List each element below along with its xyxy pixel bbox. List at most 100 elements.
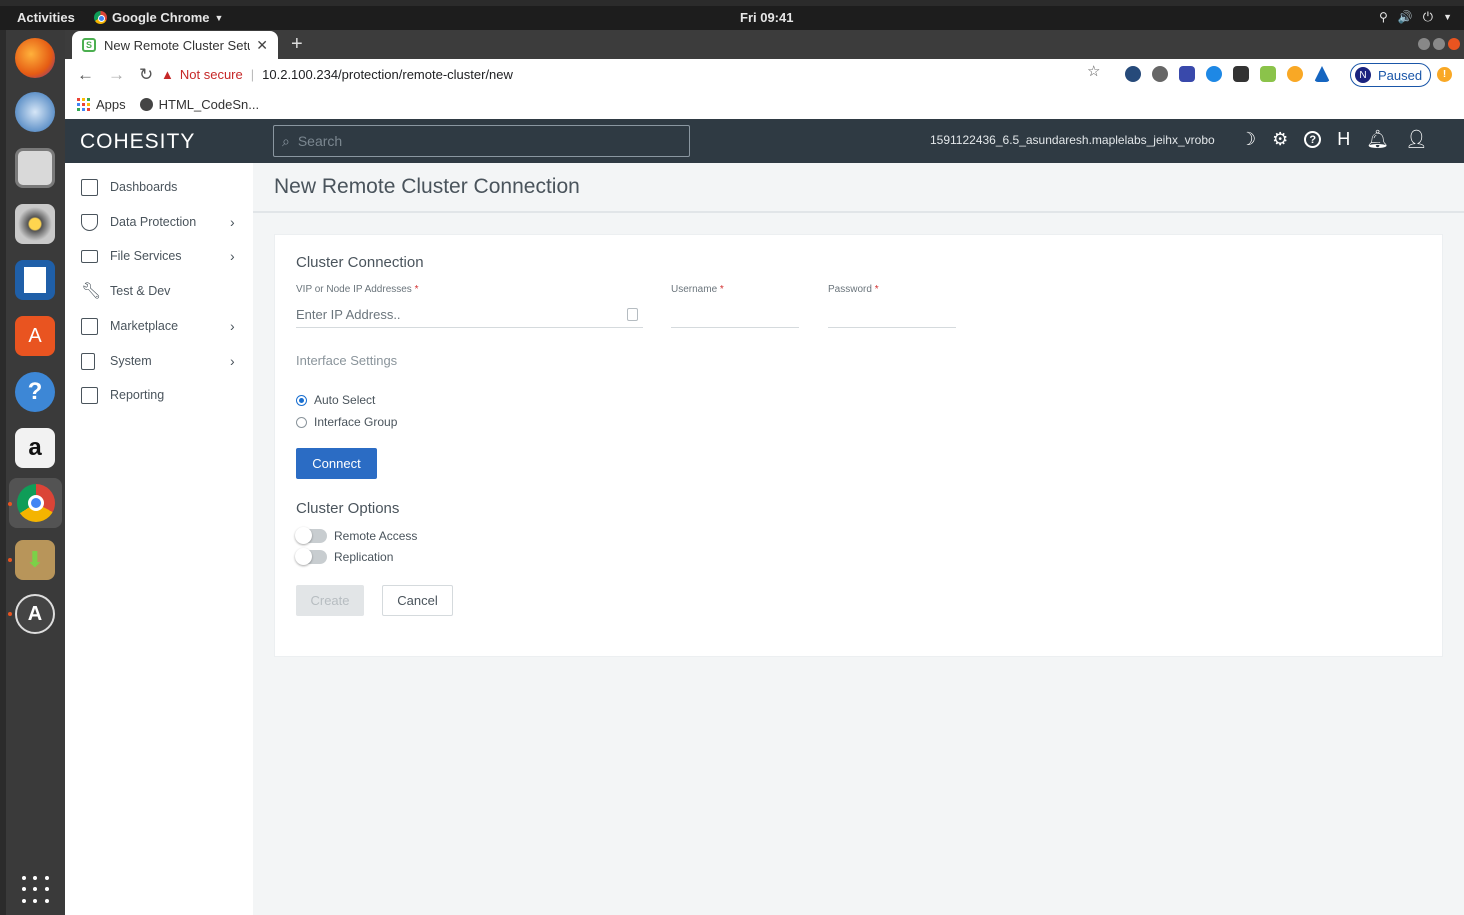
clock[interactable]: Fri 09:41 bbox=[740, 10, 793, 25]
chrome-update-icon[interactable]: ! bbox=[1437, 67, 1452, 82]
extension-palette-icon[interactable] bbox=[1260, 66, 1276, 82]
store-icon bbox=[81, 317, 98, 335]
thunderbird-icon[interactable] bbox=[15, 92, 55, 132]
sidebar-item-marketplace[interactable]: Marketplace › bbox=[65, 309, 253, 343]
cluster-name[interactable]: 1591122436_6.5_asundaresh.maplelabs_jeih… bbox=[930, 133, 1215, 147]
archive-icon[interactable]: ⬇ bbox=[15, 540, 55, 580]
extension-triangle-icon[interactable] bbox=[1314, 66, 1330, 82]
address-bar[interactable]: ▲ Not secure | 10.2.100.234/protection/r… bbox=[161, 63, 1109, 86]
extension-shield-icon[interactable] bbox=[1179, 66, 1195, 82]
sidebar-item-label: Dashboards bbox=[110, 180, 178, 194]
updater-icon[interactable]: A bbox=[15, 594, 55, 634]
show-applications-icon[interactable] bbox=[22, 876, 50, 904]
user-icon[interactable]: 👤︎ bbox=[1405, 129, 1428, 150]
new-tab-icon[interactable]: + bbox=[291, 33, 303, 56]
chevron-right-icon: › bbox=[230, 318, 235, 334]
help-circle-icon[interactable]: ? bbox=[1304, 131, 1322, 148]
folder-icon bbox=[81, 249, 98, 263]
screen: Activities Google Chrome ▼ Fri 09:41 ⚲ 🔊… bbox=[0, 0, 1464, 915]
password-input[interactable] bbox=[828, 302, 956, 328]
extension-heart-icon[interactable] bbox=[1125, 66, 1141, 82]
cohesity-logo[interactable]: COHESITY bbox=[80, 130, 195, 154]
connect-button[interactable]: Connect bbox=[296, 448, 377, 479]
maximize-icon[interactable] bbox=[1433, 38, 1445, 50]
help-icon[interactable]: ? bbox=[15, 372, 55, 412]
interface-settings-title: Interface Settings bbox=[296, 353, 398, 368]
helios-icon[interactable]: H bbox=[1337, 129, 1350, 150]
toggle-switch[interactable] bbox=[295, 527, 327, 544]
system-tray[interactable]: ⚲ 🔊 ⏻ ▼ bbox=[1379, 9, 1452, 25]
toggle-label: Replication bbox=[334, 550, 394, 564]
toggle-remote-access[interactable]: Remote Access bbox=[295, 527, 418, 544]
caret-down-icon: ▼ bbox=[214, 12, 224, 23]
toggle-switch[interactable] bbox=[295, 548, 327, 565]
sidebar-item-data-protection[interactable]: Data Protection › bbox=[65, 205, 253, 239]
paste-icon[interactable] bbox=[627, 308, 638, 321]
shield-icon bbox=[81, 213, 98, 231]
firefox-icon[interactable] bbox=[15, 38, 55, 78]
software-center-icon[interactable]: A bbox=[15, 316, 55, 356]
toggle-replication[interactable]: Replication bbox=[295, 548, 394, 565]
files-icon[interactable] bbox=[15, 148, 55, 188]
profile-button[interactable]: N Paused bbox=[1350, 63, 1432, 87]
radio-label: Auto Select bbox=[314, 393, 376, 407]
theme-moon-icon[interactable]: ☽ bbox=[1240, 129, 1256, 150]
sidebar-item-reporting[interactable]: Reporting bbox=[65, 378, 253, 412]
app-menu[interactable]: Google Chrome ▼ bbox=[94, 10, 223, 25]
radio-auto-select[interactable]: Auto Select bbox=[296, 393, 375, 407]
bookmark-html-codesnippets[interactable]: HTML_CodeSn... bbox=[139, 97, 259, 112]
volume-icon: 🔊 bbox=[1397, 10, 1413, 24]
back-arrow-icon[interactable]: ← bbox=[77, 65, 94, 85]
forward-arrow-icon[interactable]: → bbox=[108, 65, 125, 85]
search-icon: ⌕ bbox=[282, 132, 290, 149]
sidebar-item-test-dev[interactable]: 🔧︎ Test & Dev bbox=[65, 274, 253, 308]
activities-button[interactable]: Activities bbox=[17, 10, 75, 25]
apps-grid-icon bbox=[77, 98, 90, 111]
browser-tab[interactable]: S New Remote Cluster Setu ✕ bbox=[72, 31, 278, 59]
bookmarks-bar: Apps HTML_CodeSn... bbox=[65, 90, 1464, 119]
username-input[interactable] bbox=[671, 302, 799, 328]
server-icon bbox=[81, 352, 95, 370]
bell-icon[interactable]: 🔔︎ bbox=[1366, 129, 1389, 150]
not-secure-label[interactable]: Not secure bbox=[180, 67, 243, 82]
wrench-icon: 🔧︎ bbox=[81, 283, 102, 300]
toggle-label: Remote Access bbox=[334, 529, 418, 543]
writer-icon[interactable] bbox=[15, 260, 55, 300]
extension-wordpress-icon[interactable] bbox=[1152, 66, 1168, 82]
close-tab-icon[interactable]: ✕ bbox=[256, 37, 268, 54]
bookmark-star-icon[interactable]: ☆ bbox=[1087, 62, 1100, 80]
address-separator: | bbox=[250, 67, 255, 82]
sidebar-item-dashboards[interactable]: Dashboards bbox=[65, 170, 253, 204]
close-window-icon[interactable] bbox=[1448, 38, 1460, 50]
chrome-icon bbox=[94, 11, 107, 24]
amazon-icon[interactable]: a bbox=[15, 428, 55, 468]
search-input[interactable] bbox=[297, 133, 668, 149]
extension-gear-icon[interactable] bbox=[1287, 66, 1303, 82]
sidebar-item-system[interactable]: System › bbox=[65, 344, 253, 378]
radio-unchecked-icon[interactable] bbox=[296, 416, 307, 428]
reload-icon[interactable]: ↻ bbox=[139, 65, 153, 85]
radio-checked-icon[interactable] bbox=[296, 394, 307, 406]
profile-avatar: N bbox=[1355, 67, 1371, 83]
report-icon bbox=[81, 386, 98, 404]
rhythmbox-icon[interactable] bbox=[15, 204, 55, 244]
minimize-icon[interactable] bbox=[1418, 38, 1430, 50]
username-label: Username * bbox=[671, 284, 724, 295]
extension-translate-icon[interactable] bbox=[1233, 66, 1249, 82]
create-button[interactable]: Create bbox=[296, 585, 364, 616]
sidebar-item-file-services[interactable]: File Services › bbox=[65, 239, 253, 273]
bookmark-label: Apps bbox=[96, 97, 126, 112]
cancel-button[interactable]: Cancel bbox=[382, 585, 453, 616]
sidebar-item-label: Marketplace bbox=[110, 319, 179, 333]
url-text[interactable]: 10.2.100.234/protection/remote-cluster/n… bbox=[262, 67, 513, 82]
search-box[interactable]: ⌕ bbox=[273, 125, 690, 157]
cohesity-favicon-icon: S bbox=[82, 38, 96, 52]
chevron-right-icon: › bbox=[230, 214, 235, 230]
radio-interface-group[interactable]: Interface Group bbox=[296, 415, 397, 429]
extension-globe-icon[interactable] bbox=[1206, 66, 1222, 82]
gear-icon[interactable]: ⚙ bbox=[1272, 129, 1288, 150]
ip-address-input[interactable] bbox=[296, 302, 643, 328]
bookmark-apps[interactable]: Apps bbox=[77, 97, 126, 112]
caret-down-icon: ▼ bbox=[1443, 12, 1452, 22]
chrome-dock-icon[interactable] bbox=[9, 478, 62, 528]
